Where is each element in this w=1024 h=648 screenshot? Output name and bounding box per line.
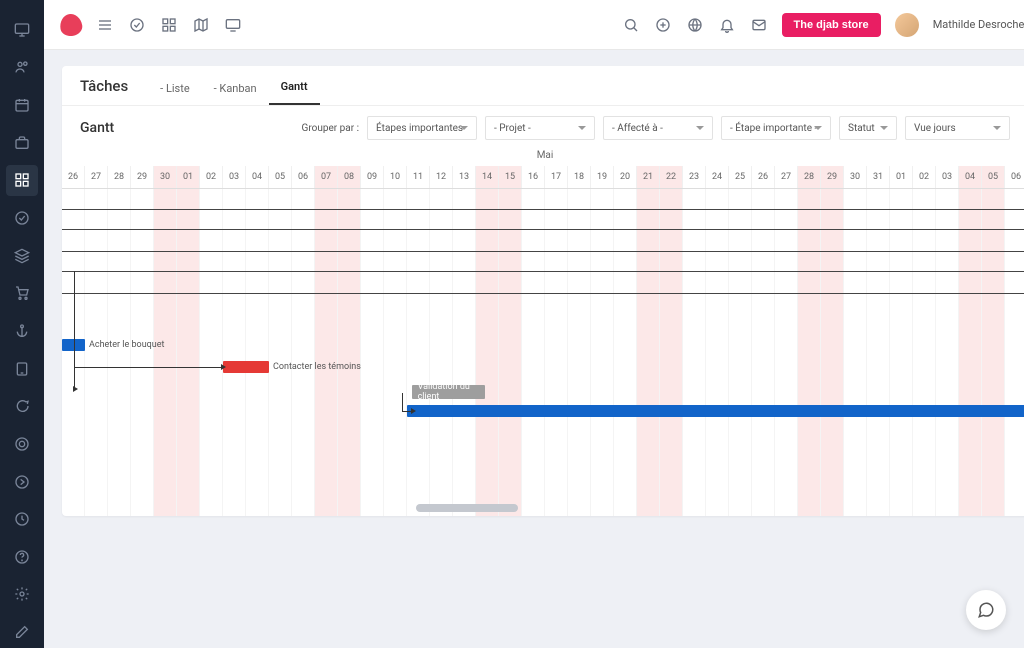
tablet-icon[interactable] — [6, 353, 38, 385]
day-header: 04 — [959, 166, 982, 188]
bell-icon[interactable] — [718, 16, 736, 34]
gantt-bar-label: Contacter les témoins — [273, 362, 361, 372]
gantt-bar[interactable]: Validation du client — [412, 385, 486, 399]
store-button[interactable]: The djab store — [782, 13, 881, 37]
filter-project-select[interactable]: - Projet - — [485, 116, 595, 140]
day-header: 30 — [154, 166, 177, 188]
gantt-chart[interactable]: Mai 262728293001020304050607080910111213… — [62, 150, 1024, 516]
day-header: 04 — [246, 166, 269, 188]
day-header: 03 — [936, 166, 959, 188]
gantt-bar[interactable] — [223, 361, 269, 373]
day-header: 18 — [568, 166, 591, 188]
day-header: 27 — [775, 166, 798, 188]
day-header: 16 — [522, 166, 545, 188]
grid-icon[interactable] — [6, 165, 38, 197]
day-header: 22 — [660, 166, 683, 188]
gantt-bar[interactable] — [407, 405, 1024, 417]
tabs-row: Tâches - Liste - Kanban Gantt — [62, 66, 1024, 106]
tab-liste[interactable]: - Liste — [148, 82, 201, 105]
day-header: 17 — [545, 166, 568, 188]
map-icon[interactable] — [192, 16, 210, 34]
day-header: 25 — [729, 166, 752, 188]
day-header: 26 — [752, 166, 775, 188]
cart-icon[interactable] — [6, 277, 38, 309]
logo-icon[interactable] — [58, 12, 83, 37]
tab-kanban[interactable]: - Kanban — [202, 82, 269, 105]
chat-button[interactable] — [966, 590, 1006, 630]
day-header: 29 — [821, 166, 844, 188]
day-header: 31 — [867, 166, 890, 188]
view-mode-select[interactable]: Vue jours — [905, 116, 1010, 140]
day-header: 21 — [637, 166, 660, 188]
day-header: 01 — [890, 166, 913, 188]
globe-icon[interactable] — [686, 16, 704, 34]
page-title: Tâches — [80, 77, 128, 95]
day-header: 30 — [844, 166, 867, 188]
day-header: 02 — [913, 166, 936, 188]
users-icon[interactable] — [6, 52, 38, 84]
day-header: 28 — [108, 166, 131, 188]
topbar: The djab store Mathilde Desroches — [44, 0, 1024, 50]
filter-status-select[interactable]: Statut — [839, 116, 897, 140]
day-header: 07 — [315, 166, 338, 188]
menu-icon[interactable] — [96, 16, 114, 34]
plus-icon[interactable] — [654, 16, 672, 34]
day-header: 06 — [1005, 166, 1024, 188]
day-header: 06 — [292, 166, 315, 188]
horizontal-scrollbar[interactable] — [416, 504, 518, 512]
filter-milestone-select[interactable]: - Étape importante - — [721, 116, 831, 140]
monitor-icon[interactable] — [6, 14, 38, 46]
day-header: 10 — [384, 166, 407, 188]
filter-assignee-select[interactable]: - Affecté à - — [603, 116, 713, 140]
month-label: Mai — [62, 150, 1024, 166]
day-header: 29 — [131, 166, 154, 188]
clock-icon[interactable] — [6, 503, 38, 535]
gantt-bar-label: Acheter le bouquet — [89, 340, 164, 350]
layers-icon[interactable] — [6, 240, 38, 272]
sidebar-nav — [0, 0, 44, 648]
day-header: 13 — [453, 166, 476, 188]
day-header: 19 — [591, 166, 614, 188]
calendar-icon[interactable] — [6, 89, 38, 121]
day-header: 12 — [430, 166, 453, 188]
apps-icon[interactable] — [160, 16, 178, 34]
day-header: 23 — [683, 166, 706, 188]
day-header: 24 — [706, 166, 729, 188]
tab-gantt[interactable]: Gantt — [269, 80, 320, 105]
display-icon[interactable] — [224, 16, 242, 34]
day-header: 02 — [200, 166, 223, 188]
day-header: 27 — [85, 166, 108, 188]
day-header: 15 — [499, 166, 522, 188]
day-header: 09 — [361, 166, 384, 188]
search-icon[interactable] — [622, 16, 640, 34]
day-header: 11 — [407, 166, 430, 188]
user-avatar[interactable] — [895, 13, 919, 37]
day-header: 01 — [177, 166, 200, 188]
day-header: 03 — [223, 166, 246, 188]
anchor-icon[interactable] — [6, 315, 38, 347]
user-name[interactable]: Mathilde Desroches — [933, 18, 1024, 31]
day-header: 26 — [62, 166, 85, 188]
day-header: 08 — [338, 166, 361, 188]
edit-icon[interactable] — [6, 616, 38, 648]
briefcase-icon[interactable] — [6, 127, 38, 159]
group-by-select[interactable]: Étapes importantes — [367, 116, 477, 140]
settings-icon[interactable] — [6, 579, 38, 611]
chat-icon[interactable] — [6, 390, 38, 422]
gantt-title: Gantt — [80, 120, 114, 136]
target-icon[interactable] — [6, 428, 38, 460]
day-header: 05 — [269, 166, 292, 188]
gantt-controls: Gantt Grouper par : Étapes importantes -… — [62, 106, 1024, 150]
day-header: 14 — [476, 166, 499, 188]
check-icon[interactable] — [128, 16, 146, 34]
mail-icon[interactable] — [750, 16, 768, 34]
day-header: 28 — [798, 166, 821, 188]
arrow-right-icon[interactable] — [6, 466, 38, 498]
check-circle-icon[interactable] — [6, 202, 38, 234]
day-header: 20 — [614, 166, 637, 188]
help-icon[interactable] — [6, 541, 38, 573]
group-by-label: Grouper par : — [302, 123, 359, 134]
day-header: 05 — [982, 166, 1005, 188]
